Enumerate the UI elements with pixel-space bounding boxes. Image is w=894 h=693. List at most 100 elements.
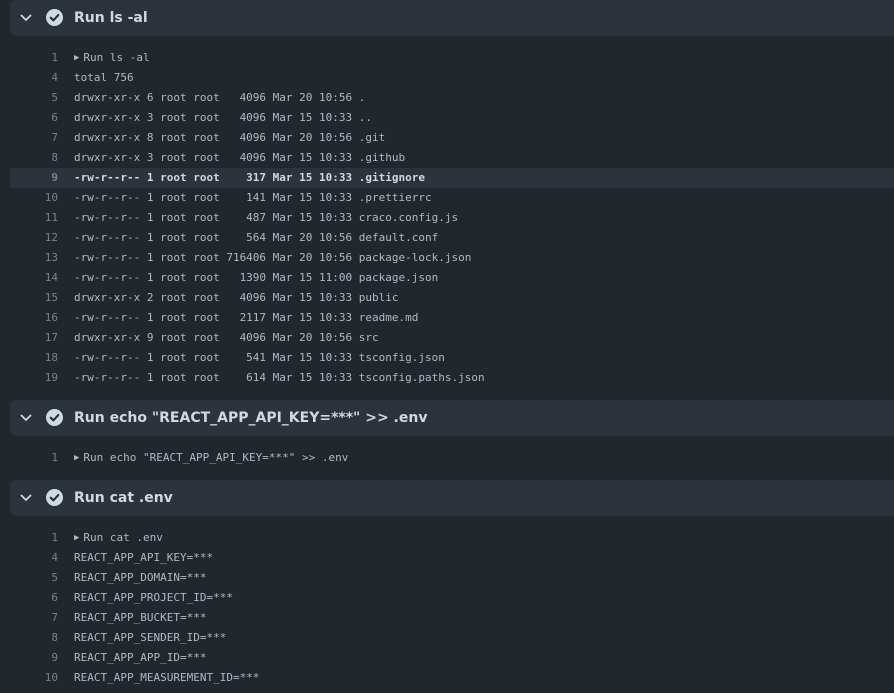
step-header[interactable]: Run echo "REACT_APP_API_KEY=***" >> .env	[10, 400, 894, 436]
step-title: Run cat .env	[74, 490, 173, 506]
workflow-step: Run echo "REACT_APP_API_KEY=***" >> .env…	[0, 400, 894, 480]
line-number[interactable]: 6	[10, 108, 58, 128]
line-number[interactable]: 10	[10, 188, 58, 208]
line-number[interactable]: 5	[10, 88, 58, 108]
line-number[interactable]: 19	[10, 368, 58, 388]
log-text-wrap: -rw-r--r-- 1 root root 614 Mar 15 10:33 …	[74, 368, 485, 388]
line-number[interactable]: 15	[10, 288, 58, 308]
line-number[interactable]: 9	[10, 168, 58, 188]
log-text: REACT_APP_APP_ID=***	[74, 651, 207, 664]
log-text: -rw-r--r-- 1 root root 317 Mar 15 10:33 …	[74, 171, 425, 184]
chevron-down-icon[interactable]	[19, 411, 33, 425]
line-number[interactable]: 7	[10, 608, 58, 628]
log-line: 4 REACT_APP_API_KEY=***	[10, 548, 894, 568]
log-text-wrap: -rw-r--r-- 1 root root 1390 Mar 15 11:00…	[74, 268, 438, 288]
log-text: total 756	[74, 71, 134, 84]
step-title: Run echo "REACT_APP_API_KEY=***" >> .env	[74, 410, 428, 426]
log-text: drwxr-xr-x 8 root root 4096 Mar 20 10:56…	[74, 131, 386, 144]
line-number[interactable]: 8	[10, 628, 58, 648]
line-number[interactable]: 6	[10, 588, 58, 608]
triangle-right-icon[interactable]: ▶	[74, 528, 79, 548]
line-number[interactable]: 5	[10, 568, 58, 588]
line-number[interactable]: 4	[10, 68, 58, 88]
log-text-wrap: REACT_APP_BUCKET=***	[74, 608, 206, 628]
line-number[interactable]: 10	[10, 668, 58, 688]
log-text: -rw-r--r-- 1 root root 716406 Mar 20 10:…	[74, 251, 472, 264]
log-line: 8 REACT_APP_SENDER_ID=***	[10, 628, 894, 648]
log-text: drwxr-xr-x 2 root root 4096 Mar 15 10:33…	[74, 291, 399, 304]
check-circle-icon	[46, 9, 63, 26]
line-number[interactable]: 1	[10, 48, 58, 68]
chevron-down-icon[interactable]	[19, 11, 33, 25]
step-title: Run ls -al	[74, 10, 148, 26]
line-number[interactable]: 4	[10, 548, 58, 568]
log-line: 19 -rw-r--r-- 1 root root 614 Mar 15 10:3…	[10, 368, 894, 388]
log-text: -rw-r--r-- 1 root root 487 Mar 15 10:33 …	[74, 211, 459, 224]
triangle-right-icon[interactable]: ▶	[74, 448, 79, 468]
check-circle-icon	[46, 409, 63, 426]
step-header[interactable]: Run cat .env	[10, 480, 894, 516]
log-text: -rw-r--r-- 1 root root 2117 Mar 15 10:33…	[74, 311, 419, 324]
log-line: 12 -rw-r--r-- 1 root root 564 Mar 20 10:5…	[10, 228, 894, 248]
line-number[interactable]: 1	[10, 528, 58, 548]
line-number[interactable]: 18	[10, 348, 58, 368]
step-header[interactable]: Run ls -al	[10, 0, 894, 36]
log-text-wrap: REACT_APP_API_KEY=***	[74, 548, 213, 568]
log-text-wrap: drwxr-xr-x 9 root root 4096 Mar 20 10:56…	[74, 328, 379, 348]
log-text: -rw-r--r-- 1 root root 614 Mar 15 10:33 …	[74, 371, 485, 384]
line-number[interactable]: 14	[10, 268, 58, 288]
log-line: 10 -rw-r--r-- 1 root root 141 Mar 15 10:3…	[10, 188, 894, 208]
log-text-wrap: drwxr-xr-x 8 root root 4096 Mar 20 10:56…	[74, 128, 385, 148]
log-text-wrap: drwxr-xr-x 3 root root 4096 Mar 15 10:33…	[74, 108, 372, 128]
log-text: REACT_APP_API_KEY=***	[74, 551, 214, 564]
log-text-wrap: -rw-r--r-- 1 root root 317 Mar 15 10:33 …	[74, 168, 425, 188]
chevron-down-icon[interactable]	[19, 491, 33, 505]
log-text: REACT_APP_DOMAIN=***	[74, 571, 207, 584]
line-number[interactable]: 13	[10, 248, 58, 268]
log-text: -rw-r--r-- 1 root root 564 Mar 20 10:56 …	[74, 231, 439, 244]
log-line: 6 REACT_APP_PROJECT_ID=***	[10, 588, 894, 608]
line-number[interactable]: 17	[10, 328, 58, 348]
line-number[interactable]: 11	[10, 208, 58, 228]
log-text-wrap: REACT_APP_MEASUREMENT_ID=***	[74, 668, 259, 688]
log-line: 1 ▶ Run cat .env	[10, 528, 894, 548]
log-line: 17 drwxr-xr-x 9 root root 4096 Mar 20 10:…	[10, 328, 894, 348]
log-text: REACT_APP_MEASUREMENT_ID=***	[74, 671, 260, 684]
log-text: drwxr-xr-x 3 root root 4096 Mar 15 10:33…	[74, 111, 373, 124]
log-line: 5 drwxr-xr-x 6 root root 4096 Mar 20 10:5…	[10, 88, 894, 108]
line-number[interactable]: 8	[10, 148, 58, 168]
log-line: 7 REACT_APP_BUCKET=***	[10, 608, 894, 628]
log-group-toggle[interactable]: ▶ Run cat .env	[74, 528, 163, 549]
log-text-wrap: -rw-r--r-- 1 root root 541 Mar 15 10:33 …	[74, 348, 445, 368]
step-log: 1 ▶ Run ls -al 4 total 756 5 drwxr-xr-x 6 root…	[0, 36, 894, 400]
workflow-step: Run ls -al 1 ▶ Run ls -al 4 total 756 5 drwxr-x…	[0, 0, 894, 400]
log-text: Run cat .env	[83, 531, 163, 544]
log-text-wrap: -rw-r--r-- 1 root root 564 Mar 20 10:56 …	[74, 228, 438, 248]
log-line: 8 drwxr-xr-x 3 root root 4096 Mar 15 10:3…	[10, 148, 894, 168]
workflow-log: Run ls -al 1 ▶ Run ls -al 4 total 756 5 drwxr-x…	[0, 0, 894, 693]
log-text-wrap: REACT_APP_DOMAIN=***	[74, 568, 206, 588]
log-text-wrap: total 756	[74, 68, 134, 88]
log-line: 9 REACT_APP_APP_ID=***	[10, 648, 894, 668]
log-text-wrap: -rw-r--r-- 1 root root 141 Mar 15 10:33 …	[74, 188, 432, 208]
triangle-right-icon[interactable]: ▶	[74, 48, 79, 68]
log-line: 6 drwxr-xr-x 3 root root 4096 Mar 15 10:3…	[10, 108, 894, 128]
log-text-wrap: -rw-r--r-- 1 root root 2117 Mar 15 10:33…	[74, 308, 418, 328]
line-number[interactable]: 16	[10, 308, 58, 328]
log-group-toggle[interactable]: ▶ Run ls -al	[74, 48, 150, 69]
line-number[interactable]: 12	[10, 228, 58, 248]
log-line: 16 -rw-r--r-- 1 root root 2117 Mar 15 10:…	[10, 308, 894, 328]
log-group-toggle[interactable]: ▶ Run echo "REACT_APP_API_KEY=***" >> .en…	[74, 448, 348, 469]
log-text: REACT_APP_PROJECT_ID=***	[74, 591, 233, 604]
log-text-wrap: -rw-r--r-- 1 root root 487 Mar 15 10:33 …	[74, 208, 458, 228]
line-number[interactable]: 7	[10, 128, 58, 148]
log-text-wrap: REACT_APP_PROJECT_ID=***	[74, 588, 233, 608]
line-number[interactable]: 1	[10, 448, 58, 468]
log-text-wrap: -rw-r--r-- 1 root root 716406 Mar 20 10:…	[74, 248, 471, 268]
log-text: Run ls -al	[83, 51, 150, 64]
log-line: 18 -rw-r--r-- 1 root root 541 Mar 15 10:3…	[10, 348, 894, 368]
log-line: 4 total 756	[10, 68, 894, 88]
log-text-wrap: drwxr-xr-x 6 root root 4096 Mar 20 10:56…	[74, 88, 365, 108]
line-number[interactable]: 9	[10, 648, 58, 668]
log-line: 5 REACT_APP_DOMAIN=***	[10, 568, 894, 588]
